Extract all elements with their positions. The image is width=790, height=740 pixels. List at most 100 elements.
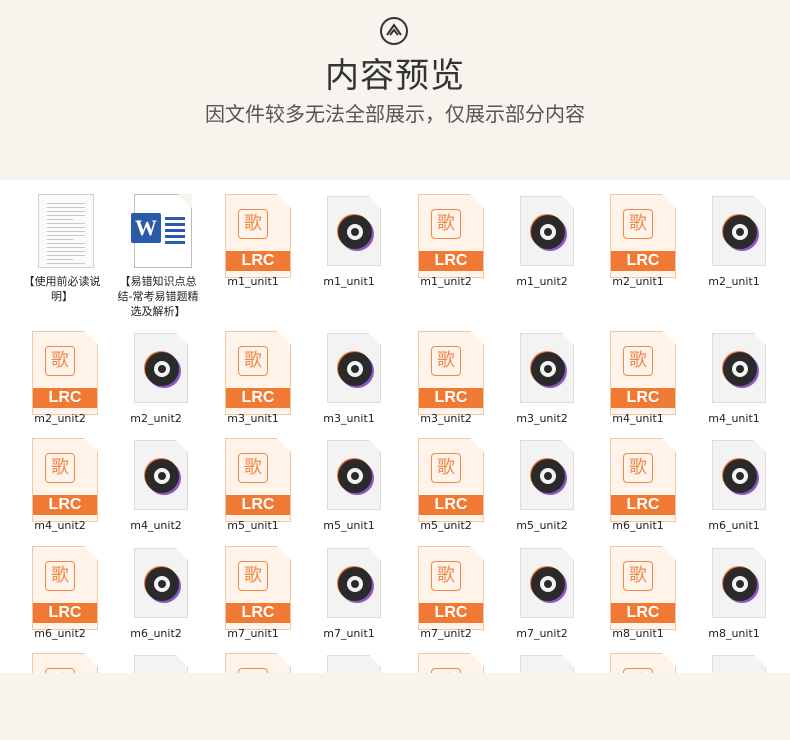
file-item[interactable]: 歌 LRC m2_unit2: [12, 325, 108, 430]
file-item[interactable]: m2_unit2: [108, 325, 204, 430]
lrc-file-icon: 歌LRC: [225, 331, 295, 415]
file-name-label: m4_unit1: [612, 412, 664, 425]
audio-file-icon: [321, 546, 391, 630]
file-item[interactable]: 歌 LRC m3_unit2: [398, 325, 494, 430]
audio-file-icon: [514, 546, 584, 630]
file-name-label: m3_unit2: [420, 412, 472, 425]
file-name-label: m5_unit1: [323, 519, 375, 532]
file-name-label: m4_unit2: [34, 519, 86, 532]
lrc-file-icon: 歌LRC: [32, 331, 102, 415]
file-item[interactable]: 歌 LRC m1_unit1: [205, 188, 301, 323]
audio-file-icon: [514, 653, 584, 673]
file-item[interactable]: 歌 LRC m5_unit1: [205, 432, 301, 537]
lrc-file-icon: 歌LRC: [610, 653, 680, 673]
lrc-band-label: LRC: [226, 603, 290, 623]
file-item[interactable]: m5_unit1: [301, 432, 397, 537]
file-name-label: m4_unit2: [130, 519, 182, 532]
file-item[interactable]: m4_unit2: [108, 432, 204, 537]
file-name-label: m1_unit2: [420, 275, 472, 288]
file-item[interactable]: 歌 LRC m1_unit2: [398, 188, 494, 323]
file-item[interactable]: m4_unit1: [686, 325, 782, 430]
file-name-label: 【易错知识点总结-常考易错题精选及解析】: [117, 275, 199, 318]
file-name-label: m3_unit2: [516, 412, 568, 425]
file-item[interactable]: m3_unit1: [301, 325, 397, 430]
lrc-file-icon: 歌 LRC: [225, 438, 295, 522]
file-name-label: m6_unit2: [130, 627, 182, 640]
audio-file-icon: [128, 653, 198, 673]
audio-file-icon: [128, 438, 198, 522]
file-item[interactable]: 歌 LRC m6_unit1: [590, 432, 686, 537]
file-item[interactable]: 歌 LRC m7_unit2: [398, 540, 494, 645]
lrc-file-icon: 歌LRC: [418, 194, 488, 278]
file-item[interactable]: [108, 647, 204, 673]
file-item[interactable]: 歌LRC: [12, 647, 108, 673]
audio-file-icon: [321, 653, 391, 673]
lrc-band-label: LRC: [226, 495, 290, 515]
audio-file-icon: [706, 653, 776, 673]
file-item[interactable]: 歌LRC: [398, 647, 494, 673]
file-item[interactable]: m7_unit1: [301, 540, 397, 645]
file-item[interactable]: 歌 LRC m5_unit2: [398, 432, 494, 537]
lrc-char-label: 歌: [431, 346, 461, 376]
file-item[interactable]: 歌LRC: [590, 647, 686, 673]
file-name-label: m1_unit2: [516, 275, 568, 288]
lrc-band-label: LRC: [33, 603, 97, 623]
lrc-file-icon: 歌 LRC: [32, 546, 102, 630]
lrc-char-label: 歌: [238, 209, 268, 239]
word-document-icon: W: [128, 194, 198, 278]
lrc-band-label: LRC: [611, 251, 675, 271]
file-item[interactable]: m3_unit2: [494, 325, 590, 430]
file-item[interactable]: m2_unit1: [686, 188, 782, 323]
audio-file-icon: [514, 438, 584, 522]
file-item[interactable]: 歌 LRC m3_unit1: [205, 325, 301, 430]
file-item[interactable]: m1_unit1: [301, 188, 397, 323]
lrc-char-label: 歌: [623, 346, 653, 376]
lrc-file-icon: 歌LRC: [610, 194, 680, 278]
lrc-char-label: 歌: [431, 453, 461, 483]
lrc-char-label: 歌: [45, 561, 75, 591]
file-item[interactable]: 歌LRC: [205, 647, 301, 673]
file-item[interactable]: [301, 647, 397, 673]
audio-file-icon: [514, 331, 584, 415]
file-item[interactable]: m5_unit2: [494, 432, 590, 537]
file-item[interactable]: 歌 LRC m4_unit2: [12, 432, 108, 537]
file-name-label: m7_unit2: [516, 627, 568, 640]
lrc-file-icon: 歌LRC: [610, 546, 680, 630]
file-item[interactable]: W 【易错知识点总结-常考易错题精选及解析】: [108, 188, 204, 323]
audio-file-icon: [128, 546, 198, 630]
lrc-band-label: LRC: [419, 603, 483, 623]
file-name-label: m3_unit1: [323, 412, 375, 425]
file-name-label: m4_unit1: [708, 412, 760, 425]
file-name-label: m1_unit1: [227, 275, 279, 288]
file-item[interactable]: [494, 647, 590, 673]
file-item[interactable]: 歌 LRC m2_unit1: [590, 188, 686, 323]
lrc-band-label: LRC: [611, 603, 675, 623]
file-name-label: m2_unit1: [708, 275, 760, 288]
lrc-band-label: LRC: [611, 495, 675, 515]
file-item[interactable]: 歌 LRC m7_unit1: [205, 540, 301, 645]
file-item[interactable]: 歌 LRC m6_unit2: [12, 540, 108, 645]
file-name-label: 【使用前必读说明】: [23, 275, 101, 303]
lrc-char-label: 歌: [431, 209, 461, 239]
file-name-label: m5_unit2: [516, 519, 568, 532]
page-subtitle: 因文件较多无法全部展示，仅展示部分内容: [205, 102, 585, 126]
lrc-file-icon: 歌LRC: [225, 546, 295, 630]
file-item[interactable]: m6_unit1: [686, 432, 782, 537]
lrc-file-icon: 歌LRC: [610, 438, 680, 522]
lrc-file-icon: 歌LRC: [418, 331, 488, 415]
file-item[interactable]: m7_unit2: [494, 540, 590, 645]
lrc-band-label: LRC: [226, 388, 290, 408]
file-item[interactable]: 歌 LRC m8_unit1: [590, 540, 686, 645]
file-name-label: m8_unit1: [708, 627, 760, 640]
file-item[interactable]: m1_unit2: [494, 188, 590, 323]
lrc-file-icon: 歌LRC: [225, 653, 295, 673]
lrc-char-label: 歌: [238, 453, 268, 483]
file-item[interactable]: 【使用前必读说明】: [12, 188, 108, 323]
file-item[interactable]: 歌 LRC m4_unit1: [590, 325, 686, 430]
file-item[interactable]: m8_unit1: [686, 540, 782, 645]
audio-file-icon: [706, 546, 776, 630]
lrc-band-label: LRC: [33, 495, 97, 515]
file-item[interactable]: [686, 647, 782, 673]
file-item[interactable]: m6_unit2: [108, 540, 204, 645]
file-name-label: m2_unit1: [612, 275, 664, 288]
